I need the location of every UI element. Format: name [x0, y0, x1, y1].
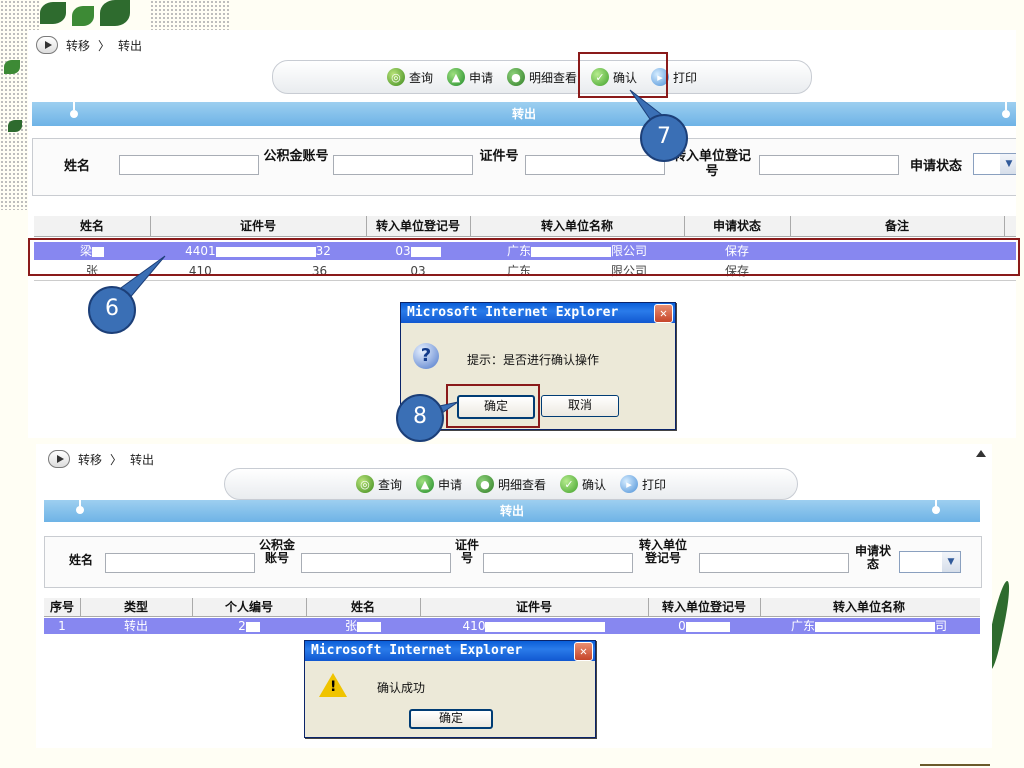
step-6-callout: 6 [88, 286, 136, 334]
step-7-callout: 7 [640, 114, 688, 162]
callout-pointers [117, 89, 668, 421]
step-8-callout: 8 [396, 394, 444, 442]
